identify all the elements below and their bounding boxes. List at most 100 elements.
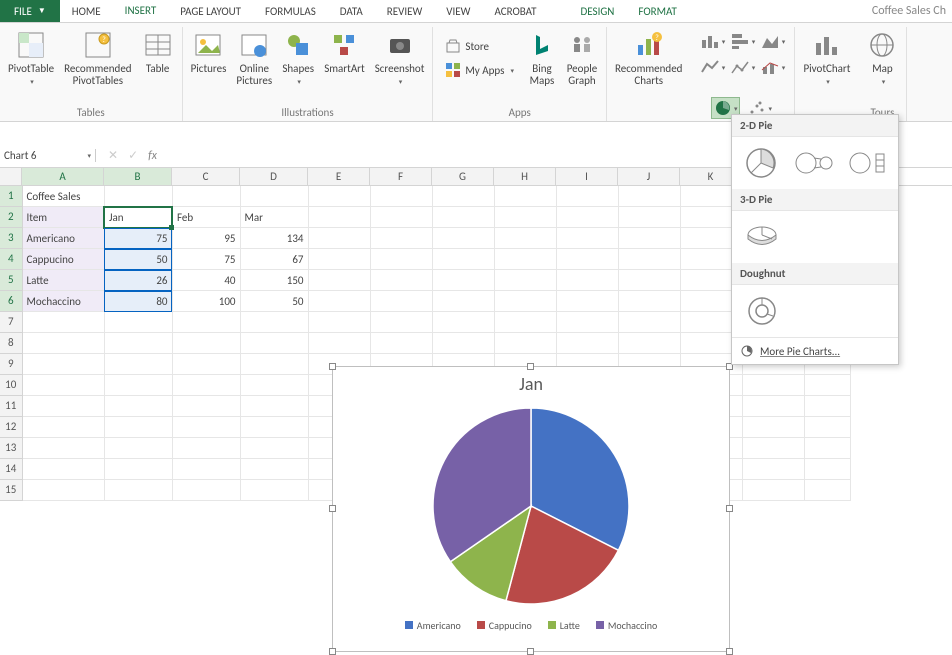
cell-G8[interactable] [432,333,494,354]
row-header-8[interactable]: 8 [0,333,22,354]
cell-D1[interactable] [240,186,308,207]
cell-L15[interactable] [742,480,804,501]
column-header-G[interactable]: G [432,168,494,185]
cell-L14[interactable] [742,459,804,480]
cell-D11[interactable] [240,396,308,417]
cell-L12[interactable] [742,417,804,438]
pictures-button[interactable]: Pictures [191,29,227,87]
cell-D14[interactable] [240,459,308,480]
cell-D4[interactable]: 67 [240,249,308,270]
resize-handle[interactable] [329,648,336,655]
cell-H2[interactable] [494,207,556,228]
screenshot-button[interactable]: Screenshot▾ [375,29,425,88]
column-header-H[interactable]: H [494,168,556,185]
myapps-button[interactable]: My Apps▾ [441,60,518,80]
fx-icon[interactable]: fx [148,149,157,163]
resize-handle[interactable] [527,363,534,370]
cell-A2[interactable]: Item [22,207,104,228]
tab-design[interactable]: DESIGN [569,1,627,22]
row-header-5[interactable]: 5 [0,270,22,291]
cell-C8[interactable] [172,333,240,354]
cell-F2[interactable] [370,207,432,228]
cell-N11[interactable] [804,396,850,417]
bing-maps-button[interactable]: BingMaps [526,29,558,87]
cell-C7[interactable] [172,312,240,333]
cell-G1[interactable] [432,186,494,207]
cell-D6[interactable]: 50 [240,291,308,312]
row-header-7[interactable]: 7 [0,312,22,333]
column-header-C[interactable]: C [172,168,240,185]
cell-H1[interactable] [494,186,556,207]
file-tab[interactable]: FILE ▼ [0,0,60,22]
cell-H8[interactable] [494,333,556,354]
resize-handle[interactable] [527,648,534,655]
resize-handle[interactable] [726,648,733,655]
cell-H4[interactable] [494,249,556,270]
chart-title[interactable]: Jan [333,373,729,395]
tab-acrobat[interactable]: ACROBAT [482,1,548,22]
cell-C12[interactable] [172,417,240,438]
cell-B4[interactable]: 50 [104,249,172,270]
cell-A9[interactable] [22,354,104,375]
tab-formulas[interactable]: FORMULAS [253,1,328,22]
resize-handle[interactable] [329,505,336,512]
cell-C15[interactable] [172,480,240,501]
column-header-I[interactable]: I [556,168,618,185]
tab-review[interactable]: REVIEW [375,1,435,22]
tab-page-layout[interactable]: PAGE LAYOUT [168,1,253,22]
cell-E1[interactable] [308,186,370,207]
cell-B3[interactable]: 75 [104,228,172,249]
cell-F5[interactable] [370,270,432,291]
row-header-12[interactable]: 12 [0,417,22,438]
cell-N13[interactable] [804,438,850,459]
row-header-14[interactable]: 14 [0,459,22,480]
cell-E5[interactable] [308,270,370,291]
tab-home[interactable]: HOME [60,1,113,22]
cell-F3[interactable] [370,228,432,249]
pie-3d-option[interactable] [742,219,782,255]
table-button[interactable]: Table [142,29,174,87]
cell-H5[interactable] [494,270,556,291]
row-header-3[interactable]: 3 [0,228,22,249]
cell-A1[interactable]: Coffee Sales [22,186,104,207]
combo-chart-button[interactable]: ▾ [758,55,786,79]
cell-G6[interactable] [432,291,494,312]
online-pictures-button[interactable]: OnlinePictures [236,29,272,87]
cell-D7[interactable] [240,312,308,333]
column-chart-button[interactable]: ▾ [698,29,726,53]
cell-J6[interactable] [618,291,680,312]
cell-L10[interactable] [742,375,804,396]
cell-L13[interactable] [742,438,804,459]
tab-insert[interactable]: INSERT [113,0,169,22]
column-header-D[interactable]: D [240,168,308,185]
cell-B9[interactable] [104,354,172,375]
bar-of-pie-option[interactable] [848,145,888,181]
cell-B10[interactable] [104,375,172,396]
cell-B7[interactable] [104,312,172,333]
cell-A10[interactable] [22,375,104,396]
cell-J4[interactable] [618,249,680,270]
cell-B14[interactable] [104,459,172,480]
cell-D3[interactable]: 134 [240,228,308,249]
cell-D9[interactable] [240,354,308,375]
cell-E3[interactable] [308,228,370,249]
cell-G3[interactable] [432,228,494,249]
cell-I6[interactable] [556,291,618,312]
cell-B15[interactable] [104,480,172,501]
cell-G7[interactable] [432,312,494,333]
pie-of-pie-option[interactable] [794,145,834,181]
more-pie-charts[interactable]: More Pie Charts... [732,337,898,364]
bar-chart-button[interactable]: ▾ [728,29,756,53]
column-header-A[interactable]: A [22,168,104,185]
column-header-F[interactable]: F [370,168,432,185]
cell-B12[interactable] [104,417,172,438]
cell-F8[interactable] [370,333,432,354]
recommended-pivot-button[interactable]: ? RecommendedPivotTables [64,29,131,87]
cell-E7[interactable] [308,312,370,333]
cell-G2[interactable] [432,207,494,228]
cell-C1[interactable] [172,186,240,207]
cell-B8[interactable] [104,333,172,354]
resize-handle[interactable] [329,363,336,370]
cell-L11[interactable] [742,396,804,417]
column-header-E[interactable]: E [308,168,370,185]
